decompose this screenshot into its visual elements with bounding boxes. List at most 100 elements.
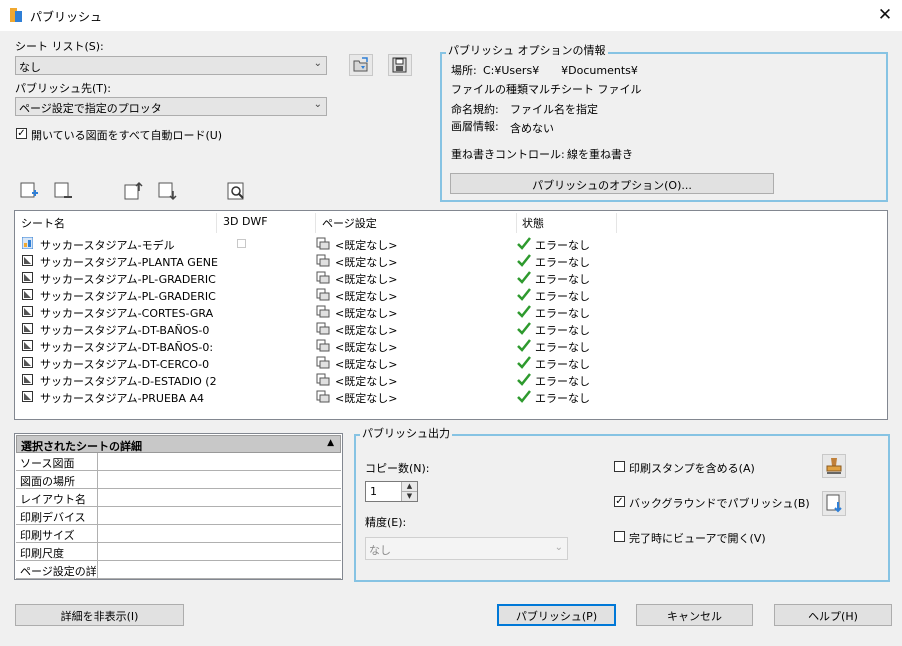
layout-sheet-icon <box>22 255 33 266</box>
close-icon[interactable]: ✕ <box>872 3 898 27</box>
page-setup-icon <box>316 305 330 318</box>
page-setup-icon <box>316 322 330 335</box>
collapse-up-icon[interactable]: ▲ <box>327 438 334 448</box>
page-setup-icon <box>316 237 330 250</box>
page-setup-value: <既定なし> <box>335 392 398 405</box>
checkmark-icon <box>517 339 531 352</box>
detail-row: 印刷デバイス <box>16 507 341 525</box>
status-value: エラーなし <box>535 324 590 337</box>
sheet-list-combo[interactable]: なし ⌄ <box>15 56 327 75</box>
checkmark-icon <box>517 305 531 318</box>
remove-sheets-button[interactable] <box>52 180 74 202</box>
chevron-down-icon: ⌄ <box>313 58 322 69</box>
stamp-icon <box>826 458 842 474</box>
page-setup-icon <box>316 356 330 369</box>
copies-stepper[interactable]: 1 ▲ ▼ <box>365 481 418 502</box>
status-value: エラーなし <box>535 392 590 405</box>
page-setup-value: <既定なし> <box>335 358 398 371</box>
spin-up-icon[interactable]: ▲ <box>401 482 417 492</box>
load-sheet-list-button[interactable] <box>349 54 373 76</box>
move-sheet-down-button[interactable] <box>156 180 178 202</box>
sheet-name: サッカースタジアム-DT-BAÑOS-0 <box>40 324 210 337</box>
checkmark-icon <box>517 356 531 369</box>
table-row[interactable]: サッカースタジアム-DT-CERCO-0 <既定なし> エラーなし <box>15 354 887 371</box>
hide-details-button[interactable]: 詳細を非表示(I) <box>15 604 184 626</box>
page-setup-icon <box>316 373 330 386</box>
auto-load-checkbox[interactable]: ✓ <box>16 128 27 139</box>
column-divider[interactable] <box>616 213 617 233</box>
table-row[interactable]: サッカースタジアム-PLANTA GENE <既定なし> エラーなし <box>15 252 887 269</box>
table-row[interactable]: サッカースタジアム-PL-GRADERIC <既定なし> エラーなし <box>15 286 887 303</box>
detail-row: 印刷尺度 <box>16 543 341 561</box>
include-stamp-checkbox[interactable] <box>614 461 625 472</box>
publish-to-label: パブリッシュ先(T): <box>15 82 112 95</box>
plot-stamp-settings-button[interactable] <box>822 454 846 478</box>
page-setup-icon <box>316 339 330 352</box>
col-header-3d-dwf[interactable]: 3D DWF <box>223 215 268 228</box>
copies-value: 1 <box>370 485 377 498</box>
background-publish-label: バックグラウンドでパブリッシュ(B) <box>629 497 810 510</box>
column-divider[interactable] <box>216 213 217 233</box>
sheet-name: サッカースタジアム-PL-GRADERIC <box>40 290 216 303</box>
precision-label: 精度(E): <box>365 516 407 529</box>
detail-key: 印刷デバイス <box>20 511 86 524</box>
sheet-table[interactable]: シート名 3D DWF ページ設定 状態 サッカースタジアム-モデル <既定なし… <box>14 210 888 420</box>
status-value: エラーなし <box>535 341 590 354</box>
open-viewer-checkbox[interactable] <box>614 531 625 542</box>
move-sheet-up-button[interactable] <box>122 180 144 202</box>
move-down-icon <box>158 182 177 201</box>
publish-options-title: パブリッシュ オプションの情報 <box>446 42 608 58</box>
status-value: エラーなし <box>535 375 590 388</box>
table-row[interactable]: サッカースタジアム-CORTES-GRA <既定なし> エラーなし <box>15 303 887 320</box>
table-row[interactable]: サッカースタジアム-PRUEBA A4 <既定なし> エラーなし <box>15 388 887 405</box>
layout-sheet-icon <box>22 374 33 385</box>
background-publish-checkbox[interactable]: ✓ <box>614 496 625 507</box>
publish-options-button-label: パブリッシュのオプション(O)... <box>532 179 692 192</box>
page-setup-value: <既定なし> <box>335 256 398 269</box>
publish-to-value: ページ設定で指定のプロッタ <box>19 102 162 115</box>
page-setup-icon <box>316 271 330 284</box>
file-type-text: ファイルの種類マルチシート ファイル <box>451 83 642 96</box>
checkmark-icon <box>517 288 531 301</box>
sheet-name: サッカースタジアム-CORTES-GRA <box>40 307 214 320</box>
3d-dwf-checkbox[interactable] <box>237 239 246 248</box>
publish-button[interactable]: パブリッシュ(P) <box>497 604 616 626</box>
table-row[interactable]: サッカースタジアム-モデル <既定なし> エラーなし <box>15 235 887 252</box>
page-setup-icon <box>316 288 330 301</box>
sheet-name: サッカースタジアム-PLANTA GENE <box>40 256 218 269</box>
page-setup-value: <既定なし> <box>335 290 398 303</box>
table-row[interactable]: サッカースタジアム-DT-BAÑOS-0: <既定なし> エラーなし <box>15 337 887 354</box>
save-sheet-list-button[interactable] <box>388 54 412 76</box>
checkmark-icon <box>517 322 531 335</box>
title-bar <box>0 0 902 31</box>
col-header-status[interactable]: 状態 <box>522 215 544 231</box>
table-row[interactable]: サッカースタジアム-D-ESTADIO (2 <既定なし> エラーなし <box>15 371 887 388</box>
detail-row: レイアウト名 <box>16 489 341 507</box>
detail-key: レイアウト名 <box>20 493 86 506</box>
sheet-list-label: シート リスト(S): <box>15 40 104 53</box>
publish-options-button[interactable]: パブリッシュのオプション(O)... <box>450 173 774 194</box>
table-row[interactable]: サッカースタジアム-PL-GRADERIC <既定なし> エラーなし <box>15 269 887 286</box>
col-header-page-setup[interactable]: ページ設定 <box>322 215 377 231</box>
col-header-name[interactable]: シート名 <box>21 215 65 231</box>
sheet-details-header[interactable]: 選択されたシートの詳細 ▲ <box>16 435 341 453</box>
chevron-down-icon: ⌄ <box>313 99 322 110</box>
cancel-button[interactable]: キャンセル <box>636 604 753 626</box>
help-button[interactable]: ヘルプ(H) <box>774 604 892 626</box>
add-sheets-button[interactable] <box>18 180 40 202</box>
column-divider[interactable] <box>315 213 316 233</box>
detail-row: 印刷サイズ <box>16 525 341 543</box>
table-row[interactable]: サッカースタジアム-DT-BAÑOS-0 <既定なし> エラーなし <box>15 320 887 337</box>
publish-to-combo[interactable]: ページ設定で指定のプロッタ ⌄ <box>15 97 327 116</box>
precision-combo[interactable]: なし ⌄ <box>365 537 568 560</box>
status-value: エラーなし <box>535 256 590 269</box>
preview-button[interactable] <box>225 180 247 202</box>
naming-label: 命名規約: <box>451 103 499 116</box>
publish-output-title: パブリッシュ出力 <box>360 425 452 441</box>
spin-down-icon[interactable]: ▼ <box>401 492 417 501</box>
help-label: ヘルプ(H) <box>808 610 858 623</box>
layer-label: 画層情報: <box>451 120 499 133</box>
column-divider[interactable] <box>516 213 517 233</box>
auto-load-label: 開いている図面をすべて自動ロード(U) <box>31 129 223 142</box>
background-settings-button[interactable] <box>822 491 846 516</box>
